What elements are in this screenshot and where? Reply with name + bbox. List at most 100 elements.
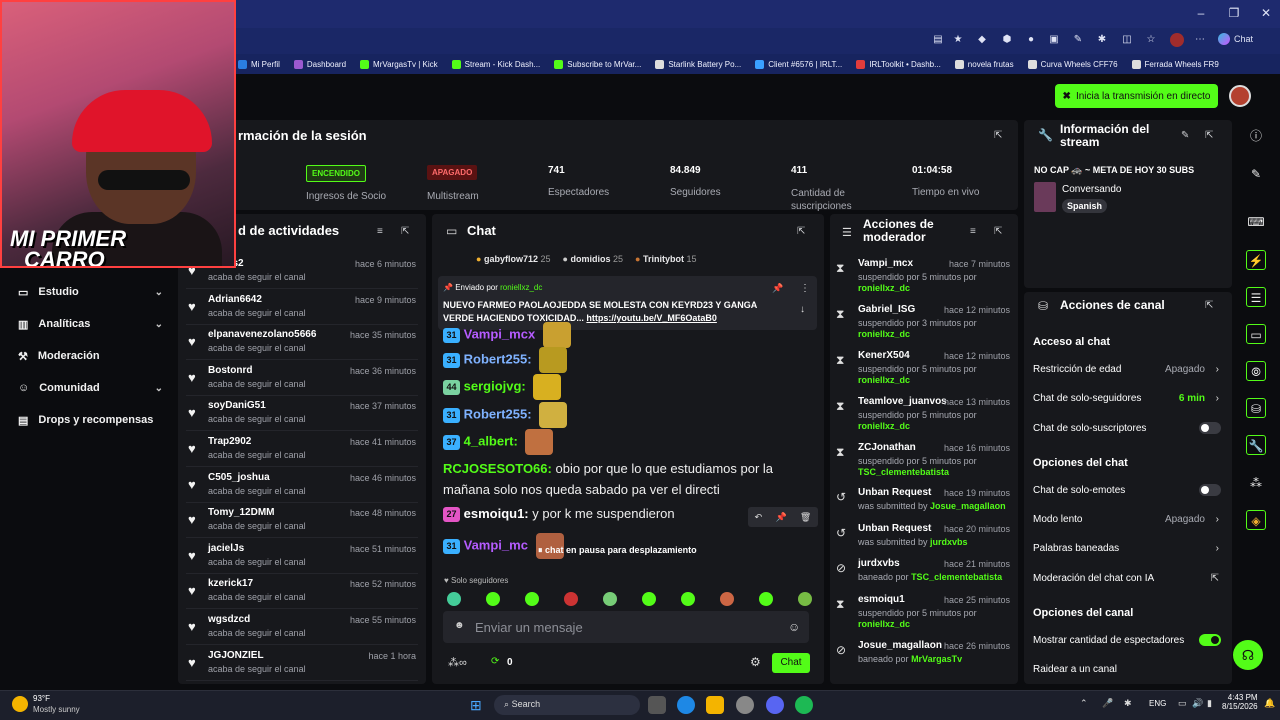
battery-icon[interactable]: ▮: [1207, 698, 1212, 709]
chat-message[interactable]: 27 esmoiqu1: y por k me suspendieron: [443, 506, 675, 523]
filter-icon[interactable]: ≡: [970, 226, 976, 237]
wrench-icon[interactable]: 🔧: [1246, 435, 1266, 455]
unpin-icon[interactable]: 📌: [772, 283, 783, 294]
info-icon[interactable]: ⓘ: [1246, 126, 1266, 146]
popout-icon[interactable]: ⇱: [994, 130, 1002, 141]
setting-row[interactable]: Mostrar cantidad de espectadores: [1033, 634, 1223, 646]
chat-username[interactable]: Robert255:: [464, 351, 532, 366]
tray-mic-icon[interactable]: 🎤: [1102, 698, 1113, 709]
activity-username[interactable]: soyDaniG51: [208, 400, 266, 411]
activity-row[interactable]: ♥ Tomy_12DMM hace 48 minutos acaba de segui…: [186, 504, 418, 539]
keyboard-icon[interactable]: ⌨: [1246, 212, 1266, 232]
delete-icon[interactable]: 🗑: [800, 512, 811, 523]
send-chat-button[interactable]: Chat: [772, 653, 810, 673]
activity-username[interactable]: Adrian6642: [208, 294, 262, 305]
nav-moderacion[interactable]: ⚒ Moderación: [18, 346, 163, 366]
pin-icon[interactable]: 📌: [775, 512, 786, 523]
mod-actor-name[interactable]: roniellxz_dc: [858, 421, 910, 431]
activity-username[interactable]: JGJONZIEL: [208, 650, 264, 661]
chat-settings-gear-icon[interactable]: ⚙: [750, 655, 761, 669]
chat-icon[interactable]: ▭: [1246, 324, 1266, 344]
split-screen-icon[interactable]: ◫: [1120, 33, 1134, 47]
tray-chevron-icon[interactable]: ⌃: [1080, 698, 1088, 709]
setting-row[interactable]: Raidear a un canal: [1033, 664, 1223, 675]
activity-row[interactable]: ♥ Adrian6642 hace 9 minutos acaba de seguir…: [186, 291, 418, 325]
chat-username[interactable]: sergiojvg:: [464, 378, 526, 393]
nav-estudio[interactable]: ▭ Estudio ⌄: [18, 282, 163, 302]
activity-row[interactable]: ♥ jacielJs hace 51 minutos acaba de seguir …: [186, 540, 418, 574]
bookmark-item[interactable]: IRLToolkit • Dashb...: [856, 59, 941, 69]
chat-message[interactable]: 31 Robert255:: [443, 402, 568, 428]
mod-actor-name[interactable]: TSC_clementebatista: [858, 467, 949, 477]
chat-badge-icon[interactable]: ☻: [454, 620, 465, 631]
popout-icon[interactable]: ⇱: [994, 226, 1002, 237]
bookmark-item[interactable]: novela frutas: [954, 59, 1014, 69]
kebab-menu-icon[interactable]: ⋮: [800, 283, 810, 294]
spotify-icon[interactable]: [795, 696, 813, 714]
emote-icon[interactable]: [759, 592, 773, 606]
popout-icon[interactable]: ⇱: [1205, 300, 1213, 311]
chat-username[interactable]: RCJOSESOTO66:: [443, 461, 552, 476]
activity-username[interactable]: Bostonrd: [208, 365, 252, 376]
bookmark-item[interactable]: Dashboard: [293, 59, 346, 69]
popout-icon[interactable]: ⇱: [797, 226, 805, 237]
activity-row[interactable]: ♥ C505_joshua hace 46 minutos acaba de segu…: [186, 469, 418, 503]
activity-row[interactable]: ♥ kzerick17 hace 52 minutos acaba de seguir…: [186, 575, 418, 610]
support-headset-icon[interactable]: ☊: [1233, 640, 1263, 670]
favorite-star-icon[interactable]: ★: [951, 33, 965, 47]
extension-red-icon[interactable]: ●: [1024, 33, 1038, 47]
broadcast-icon[interactable]: ⦾: [1246, 361, 1266, 381]
mod-target-name[interactable]: Teamlove_juanvos: [858, 396, 947, 407]
emote-icon[interactable]: [798, 592, 812, 606]
weather-desc[interactable]: Mostly sunny: [33, 705, 80, 714]
weather-temp[interactable]: 93°F: [33, 694, 50, 703]
volume-icon[interactable]: 🔊: [1192, 698, 1203, 709]
edit-icon[interactable]: ✎: [1181, 130, 1189, 141]
clock[interactable]: 4:43 PM 8/15/2026: [1222, 693, 1258, 711]
chat-input-placeholder[interactable]: Enviar un mensaje: [475, 620, 583, 635]
edge-browser-icon[interactable]: [677, 696, 695, 714]
mod-action-row[interactable]: ⊘ Josue_magallaon hace 26 minutos baneado p…: [834, 640, 1012, 684]
copilot-button[interactable]: Chat: [1218, 33, 1253, 45]
setting-row[interactable]: Palabras baneadas ›: [1033, 543, 1223, 554]
puzzle-icon[interactable]: ✱: [1095, 33, 1109, 47]
activity-row[interactable]: ♥ soyDaniG51 hace 37 minutos acaba de segui…: [186, 397, 418, 432]
mod-actor-name[interactable]: MrVargasTv: [911, 654, 962, 664]
expand-down-icon[interactable]: ↓: [800, 304, 805, 315]
setting-row[interactable]: Chat de solo-emotes: [1033, 484, 1223, 496]
activity-row[interactable]: ♥ JGJONZIEL hace 1 hora acaba de seguir el …: [186, 647, 418, 681]
extension-icon[interactable]: ⬢: [1000, 33, 1014, 47]
activity-row[interactable]: ♥ elpanavenezolano5666 hace 35 minutos acab…: [186, 326, 418, 361]
setting-toggle[interactable]: [1199, 422, 1221, 434]
mod-target-name[interactable]: Unban Request: [858, 523, 931, 534]
mod-actor-name[interactable]: TSC_clementebatista: [911, 572, 1002, 582]
mod-actor-name[interactable]: roniellxz_dc: [858, 375, 910, 385]
activity-username[interactable]: C505_joshua: [208, 472, 270, 483]
mod-action-row[interactable]: ⧗ ZCJonathan hace 16 minutos suspendido por…: [834, 442, 1012, 486]
mod-actor-name[interactable]: roniellxz_dc: [858, 619, 910, 629]
emote-icon[interactable]: [447, 592, 461, 606]
activity-row[interactable]: ♥ Trap2902 hace 41 minutos acaba de seguir …: [186, 433, 418, 467]
chat-message[interactable]: 44 sergiojvg:: [443, 374, 562, 400]
mod-target-name[interactable]: esmoiqu1: [858, 594, 905, 605]
task-view-icon[interactable]: [648, 696, 666, 714]
chat-username[interactable]: Vampi_mcx: [464, 326, 536, 341]
emoji-picker-icon[interactable]: ☺: [788, 620, 800, 634]
activity-username[interactable]: Trap2902: [208, 436, 251, 447]
close-icon[interactable]: ✕: [1256, 6, 1276, 20]
mod-actor-name[interactable]: Josue_magallaon: [930, 501, 1006, 511]
mod-target-name[interactable]: Vampi_mcx: [858, 258, 913, 269]
mod-actor-name[interactable]: jurdxvbs: [930, 537, 968, 547]
mod-action-row[interactable]: ⧗ Vampi_mcx hace 7 minutos suspendido por 5…: [834, 258, 1012, 302]
weather-sun-icon[interactable]: [12, 696, 28, 712]
extension-box-icon[interactable]: ▣: [1047, 33, 1061, 47]
nav-analiticas[interactable]: ▥ Analíticas ⌄: [18, 314, 163, 334]
network-icon[interactable]: ▭: [1178, 698, 1187, 709]
pinned-link[interactable]: https://youtu.be/V_MF6OataB0: [586, 313, 717, 323]
setting-row[interactable]: Chat de solo-seguidores 6 min ›: [1033, 393, 1223, 404]
nav-comunidad[interactable]: ☺ Comunidad ⌄: [18, 378, 163, 398]
emote-icon[interactable]: [642, 592, 656, 606]
user-avatar[interactable]: [1229, 85, 1251, 107]
gifter-2[interactable]: ● domidios 25: [563, 254, 623, 264]
reading-view-icon[interactable]: ▤: [931, 33, 945, 47]
